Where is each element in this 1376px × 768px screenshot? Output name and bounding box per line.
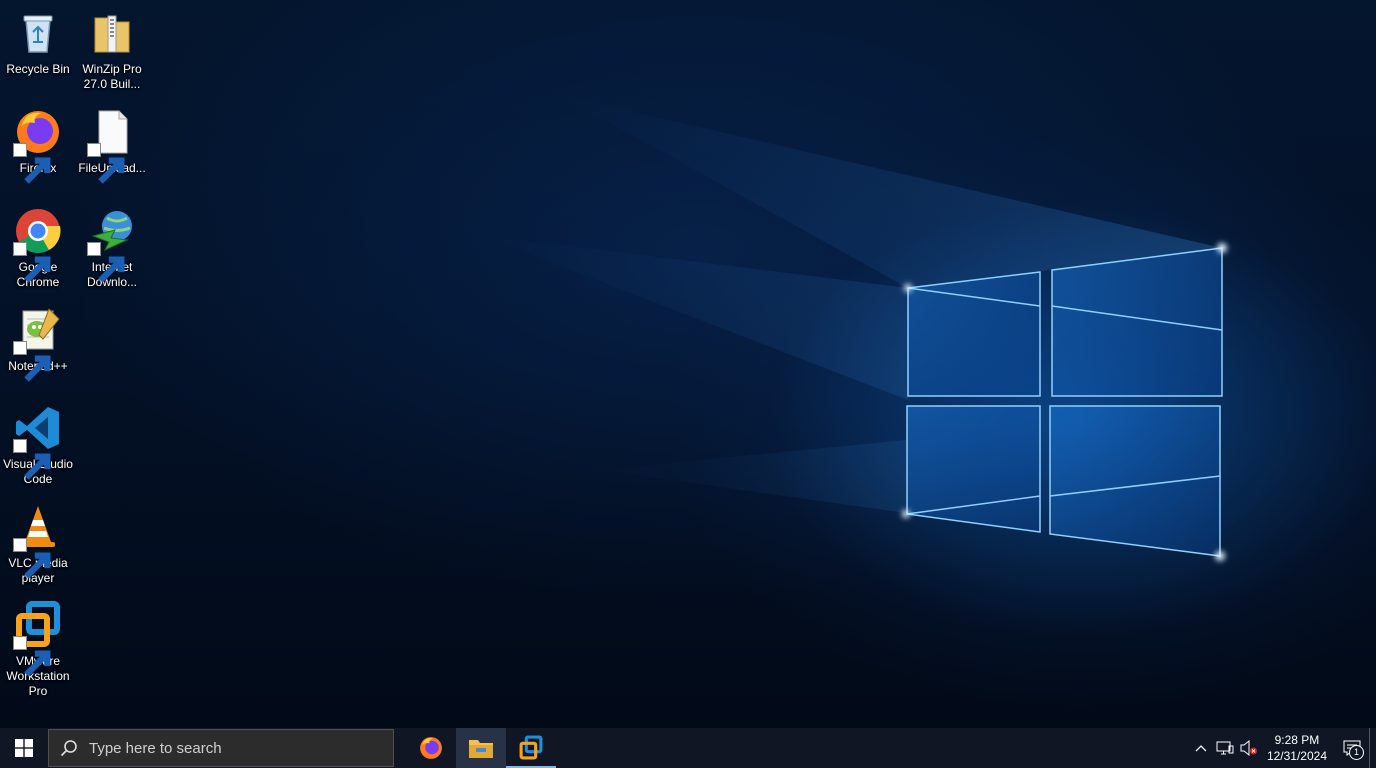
- windows-logo-wallpaper: [480, 95, 1227, 561]
- shortcut-arrow-icon: [13, 538, 51, 579]
- search-icon: [49, 739, 89, 757]
- action-center-button[interactable]: 1: [1335, 728, 1369, 768]
- file-explorer-icon: [469, 740, 493, 758]
- notification-count-badge: 1: [1349, 745, 1364, 760]
- desktop-wallpaper: [0, 0, 1376, 728]
- desktop-icon-firefox[interactable]: Firefox: [0, 107, 76, 184]
- desktop-icon-internet-download-manager[interactable]: Internet Downlo...: [74, 206, 150, 290]
- show-hidden-icons-button[interactable]: [1189, 728, 1213, 768]
- blank-file-icon: [87, 107, 137, 184]
- volume-button[interactable]: [1237, 728, 1261, 768]
- recycle-bin-icon: [13, 8, 63, 58]
- taskbar-app-file-explorer[interactable]: [456, 728, 506, 768]
- taskbar-app-vmware[interactable]: [506, 728, 556, 768]
- shortcut-arrow-icon: [87, 143, 125, 184]
- desktop-icon-fileupload[interactable]: FileUpload...: [74, 107, 150, 184]
- vscode-icon: [13, 403, 63, 480]
- desktop-icon-notepad-plus-plus[interactable]: Notepad++: [0, 305, 76, 382]
- firefox-icon: [13, 107, 63, 184]
- desktop-icon-vmware-workstation-pro[interactable]: VMware Workstation Pro: [0, 600, 76, 699]
- winzip-folder-icon: [87, 8, 137, 58]
- network-icon: [1216, 741, 1234, 755]
- vmware-icon: [13, 600, 63, 677]
- windows-logo-icon: [15, 739, 33, 757]
- desktop-icon-label: WinZip Pro 27.0 Buil...: [82, 62, 142, 91]
- shortcut-arrow-icon: [87, 242, 125, 283]
- desktop-icon-winzip[interactable]: WinZip Pro 27.0 Buil...: [74, 8, 150, 92]
- desktop-icon-visual-studio-code[interactable]: Visual Studio Code: [0, 403, 76, 487]
- shortcut-arrow-icon: [13, 341, 51, 382]
- desktop-icon-recycle-bin[interactable]: Recycle Bin: [0, 8, 76, 77]
- shortcut-arrow-icon: [13, 242, 51, 283]
- internet-download-manager-icon: [87, 206, 137, 283]
- start-button[interactable]: [0, 728, 48, 768]
- vmware-icon: [519, 735, 543, 760]
- chevron-up-icon: [1195, 745, 1207, 752]
- system-tray: 9:28 PM 12/31/2024 1: [1189, 728, 1376, 768]
- chrome-icon: [13, 206, 63, 283]
- desktop-icon-vlc-media-player[interactable]: VLC media player: [0, 502, 76, 586]
- shortcut-arrow-icon: [13, 636, 51, 677]
- shortcut-arrow-icon: [13, 143, 51, 184]
- desktop-icon-label: Recycle Bin: [6, 62, 70, 76]
- notepad-plus-plus-icon: [13, 305, 63, 382]
- clock-time: 9:28 PM: [1274, 733, 1320, 747]
- vlc-icon: [13, 502, 63, 579]
- taskbar-search-box[interactable]: Type here to search: [48, 729, 394, 767]
- show-desktop-button[interactable]: [1369, 728, 1376, 768]
- shortcut-arrow-icon: [13, 439, 51, 480]
- search-placeholder: Type here to search: [89, 739, 222, 757]
- network-status-button[interactable]: [1213, 728, 1237, 768]
- taskbar: Type here to search 9:28 PM 12/31/2024 1: [0, 728, 1376, 768]
- taskbar-app-firefox[interactable]: [406, 728, 456, 768]
- clock-date: 12/31/2024: [1266, 749, 1327, 763]
- speaker-muted-icon: [1240, 740, 1257, 756]
- firefox-icon: [420, 737, 442, 759]
- desktop-icon-google-chrome[interactable]: Google Chrome: [0, 206, 76, 290]
- taskbar-clock[interactable]: 9:28 PM 12/31/2024: [1261, 732, 1335, 764]
